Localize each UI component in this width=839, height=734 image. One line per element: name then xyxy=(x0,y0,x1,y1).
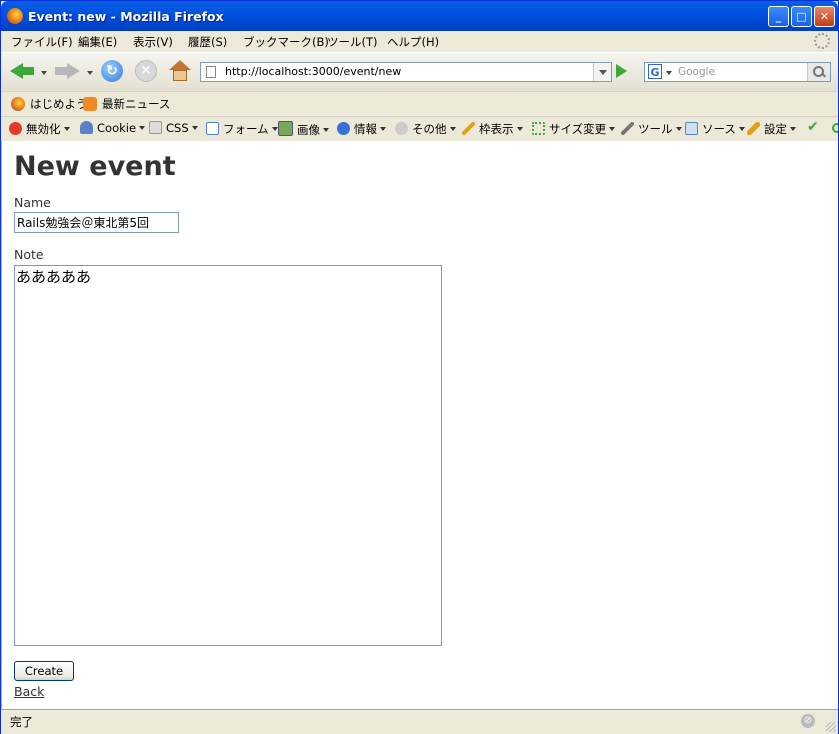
dev-label: 画像 xyxy=(297,123,320,137)
forward-dropdown-icon[interactable] xyxy=(87,71,93,75)
dev-images[interactable]: 画像 xyxy=(278,121,329,138)
dev-label: CSS xyxy=(166,121,189,135)
bookmarks-toolbar: はじめよう 最新ニュース xyxy=(1,91,838,116)
dev-label: 枠表示 xyxy=(479,122,514,136)
create-button[interactable]: Create xyxy=(14,661,74,681)
status-text: 完了 xyxy=(10,715,33,729)
dev-label: 設定 xyxy=(764,122,787,136)
bookmark-getting-started[interactable]: はじめよう xyxy=(11,96,88,112)
bookmark-label: 最新ニュース xyxy=(102,97,171,111)
page-content: New event Name Note あああああ Create Back xyxy=(1,141,838,709)
search-input[interactable]: Google xyxy=(678,66,715,78)
resize-grip[interactable] xyxy=(826,722,836,732)
disable-icon xyxy=(9,122,22,135)
dev-misc[interactable]: その他 xyxy=(395,121,456,137)
outline-pencil-icon xyxy=(462,122,475,135)
info-icon xyxy=(337,122,350,135)
search-engine-icon[interactable]: G xyxy=(648,64,662,79)
key-icon xyxy=(747,122,760,135)
dev-label: 情報 xyxy=(354,122,377,136)
menu-help[interactable]: ヘルプ(H) xyxy=(387,34,439,50)
menu-edit[interactable]: 編集(E) xyxy=(78,34,117,50)
dev-tools[interactable]: ツール xyxy=(621,121,682,137)
misc-icon xyxy=(395,122,408,135)
dev-disable[interactable]: 無効化 xyxy=(9,121,70,137)
bookmark-label: はじめよう xyxy=(30,97,88,111)
dev-forms[interactable]: フォーム xyxy=(206,121,278,137)
menu-history[interactable]: 履歴(S) xyxy=(188,34,227,50)
dev-label: 無効化 xyxy=(26,122,61,136)
back-link[interactable]: Back xyxy=(14,684,44,699)
stop-icon[interactable]: × xyxy=(135,60,157,82)
name-field[interactable] xyxy=(14,212,179,233)
throbber-icon xyxy=(814,33,830,49)
menu-tools[interactable]: ツール(T) xyxy=(327,34,378,50)
search-box[interactable]: G Google xyxy=(644,62,831,82)
forward-arrow-icon[interactable] xyxy=(54,60,80,82)
overflow-icon[interactable] xyxy=(832,123,838,133)
title-bar: Event: new - Mozilla Firefox _ □ ✕ xyxy=(1,1,838,31)
bookmark-latest-news[interactable]: 最新ニュース xyxy=(83,96,170,112)
dev-cookie[interactable]: Cookie xyxy=(80,121,146,135)
rss-icon xyxy=(83,97,97,111)
dev-source[interactable]: ソース xyxy=(685,121,745,137)
note-label: Note xyxy=(14,247,44,262)
wrench-icon xyxy=(621,122,634,135)
firefox-icon xyxy=(7,8,23,24)
name-label: Name xyxy=(14,195,51,210)
menu-file[interactable]: ファイル(F) xyxy=(11,34,73,50)
go-arrow-icon[interactable] xyxy=(616,64,627,78)
dev-options[interactable]: 設定 xyxy=(747,121,796,137)
search-engine-dropdown-icon[interactable] xyxy=(666,71,672,75)
menu-bookmarks[interactable]: ブックマーク(B) xyxy=(243,34,329,50)
maximize-button[interactable]: □ xyxy=(791,6,812,27)
cookie-icon xyxy=(80,121,93,134)
dev-resize[interactable]: サイズ変更 xyxy=(532,121,616,137)
url-dropdown-icon[interactable] xyxy=(593,63,611,81)
page-title: New event xyxy=(14,151,176,182)
menu-bar: ファイル(F) 編集(E) 表示(V) 履歴(S) ブックマーク(B) ツール(… xyxy=(1,31,838,51)
image-icon xyxy=(278,121,293,136)
minimize-button[interactable]: _ xyxy=(768,6,789,27)
search-icon[interactable] xyxy=(807,63,830,81)
browser-window: Event: new - Mozilla Firefox _ □ ✕ ファイル(… xyxy=(0,0,839,734)
noscript-icon[interactable]: ⊘ xyxy=(801,714,815,728)
web-developer-toolbar: 無効化 Cookie CSS フォーム 画像 情報 その他 枠表示 サイズ変更 … xyxy=(1,116,838,142)
resize-icon xyxy=(532,122,545,135)
back-arrow-icon[interactable] xyxy=(10,60,36,82)
window-title: Event: new - Mozilla Firefox xyxy=(28,9,224,24)
firefox-icon xyxy=(11,97,25,111)
home-icon[interactable] xyxy=(168,60,192,82)
url-text[interactable]: http://localhost:3000/event/new xyxy=(225,65,401,78)
dev-label: ソース xyxy=(702,122,736,136)
form-icon xyxy=(206,122,219,135)
close-button[interactable]: ✕ xyxy=(814,6,835,27)
note-textarea[interactable]: あああああ xyxy=(14,265,442,646)
back-dropdown-icon[interactable] xyxy=(41,71,47,75)
dev-label: フォーム xyxy=(223,122,269,136)
dev-css[interactable]: CSS xyxy=(149,121,198,135)
dev-label: サイズ変更 xyxy=(549,122,607,136)
reload-icon[interactable]: ↻ xyxy=(101,60,123,82)
dev-label: ツール xyxy=(638,122,673,136)
dev-label: その他 xyxy=(412,122,447,136)
source-icon xyxy=(685,122,698,135)
dev-label: Cookie xyxy=(97,121,137,135)
validate-check-icon[interactable]: ✔ xyxy=(807,119,819,135)
navigation-toolbar: ↻ × http://localhost:3000/event/new G Go… xyxy=(1,52,838,91)
dev-information[interactable]: 情報 xyxy=(337,121,386,137)
status-bar: 完了 ⊘ xyxy=(1,709,838,734)
page-icon xyxy=(206,66,216,78)
menu-view[interactable]: 表示(V) xyxy=(133,34,173,50)
css-icon xyxy=(149,121,162,134)
dev-outline[interactable]: 枠表示 xyxy=(462,121,523,137)
address-bar[interactable]: http://localhost:3000/event/new xyxy=(200,62,612,82)
